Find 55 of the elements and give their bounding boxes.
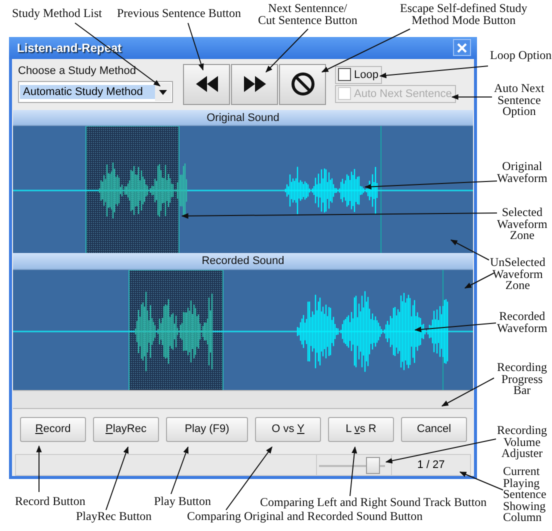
leader-line [170,446,188,494]
action-button[interactable]: Record [20,416,86,442]
study-method-label: Choose a Study Method [18,65,138,78]
leader-line [36,445,42,492]
leader-line [464,272,494,288]
annotation-label: Comparing Left and Right Sound Track Button [260,497,487,508]
annotation-label: Original Waveform [497,161,548,184]
annotation-label: Selected Waveform Zone [497,207,548,242]
close-button[interactable] [453,39,471,56]
leader-line [459,472,504,490]
track-header: Recorded Sound [13,252,473,270]
fast-forward-icon [244,76,266,92]
annotation-label: Current Playing Sentence Showing Column [503,466,546,524]
leader-line [450,240,490,260]
option-checkbox[interactable]: Loop [335,66,382,84]
annotation-label: Auto Next Sentence Option [494,83,544,118]
previous-sentence-button[interactable] [183,64,230,105]
slider-thumb[interactable] [366,456,380,474]
annotation-label: Recording Volume Adjuster [497,425,547,460]
annotation-label: Recording Progress Bar [497,362,547,396]
annotation-label: Study Method List [12,8,102,20]
rewind-icon [196,76,218,92]
leader-line [350,446,358,496]
annotation-label: Previous Sentence Button [117,8,241,20]
leader-line [441,378,494,406]
track-header: Original Sound [13,110,473,126]
annotation-label: Play Button [154,496,212,508]
volume-slider[interactable] [319,456,385,474]
caret-icon [159,90,167,95]
prohibition-icon [290,72,314,96]
escape-mode-button[interactable] [279,64,326,105]
close-icon [457,42,467,53]
leader-line [106,446,129,510]
waveform-drawing[interactable] [13,126,473,253]
annotation-label: Comparing Original and Recorded Sound Button [187,511,423,522]
leader-line [451,94,492,100]
dropdown-button[interactable] [155,83,171,102]
annotation-label: Escape Self-defined Study Method Mode Button [400,3,528,26]
next-sentence-button[interactable] [231,64,278,105]
annotation-label: Loop Option [490,50,552,62]
leader-line [188,22,204,71]
waveform-drawing[interactable] [13,270,473,390]
action-button[interactable]: O vs Y [255,416,321,442]
annotation-label: Recorded Waveform [497,311,548,334]
study-method-select[interactable]: Automatic Study Method [18,81,173,104]
action-button[interactable]: Play (F9) [166,416,248,442]
annotation-label: Next Sentennce/ Cut Sentence Button [258,3,358,26]
annotation-label: UnSelected Waveform Zone [490,257,546,292]
action-button[interactable]: Cancel [401,416,467,442]
leader-line [266,28,308,72]
action-button[interactable]: L vs R [328,416,394,442]
annotation-label: PlayRec Button [76,511,152,522]
action-button[interactable]: PlayRec [93,416,159,442]
annotation-label: Record Button [15,496,86,508]
sentence-counter: 1 / 27 [416,458,446,474]
